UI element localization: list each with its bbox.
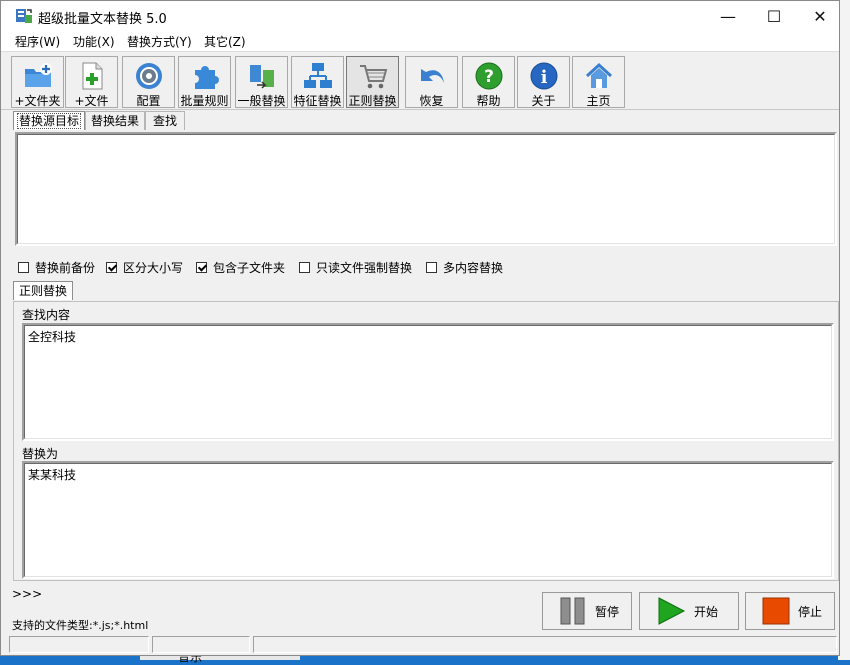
checkbox-label: 包含子文件夹 [213, 259, 285, 276]
checkbox-box [196, 262, 207, 273]
case-sensitive-checkbox[interactable]: 区分大小写 [106, 259, 183, 276]
replace-with-textarea[interactable]: 某某科技 [22, 461, 834, 579]
tab-regex-replace[interactable]: 正则替换 [13, 281, 73, 300]
homepage-button[interactable]: 主页 [572, 56, 625, 108]
toolbar-label: 恢复 [406, 92, 457, 109]
checkbox-box [106, 262, 117, 273]
app-icon [15, 7, 33, 25]
add-file-button[interactable]: +文件 [65, 56, 118, 108]
options-row: 替换前备份 区分大小写 包含子文件夹 只读文件强制替换 多内容替换 [1, 255, 839, 277]
swap-icon [247, 61, 277, 91]
play-icon [656, 597, 686, 625]
config-button[interactable]: 配置 [122, 56, 175, 108]
toolbar-label: +文件夹 [12, 92, 63, 109]
status-segment [9, 636, 149, 653]
toolbar-label: 正则替换 [347, 92, 398, 109]
toolbar: +文件夹 +文件 配置 批量规则 一般替换 特征替换 正则替换 恢复 ? 帮助 … [1, 52, 839, 110]
settings-gear-icon [134, 61, 164, 91]
find-content-textarea[interactable]: 全控科技 [22, 323, 834, 441]
toolbar-label: 配置 [123, 92, 174, 109]
home-icon [584, 61, 614, 91]
puzzle-icon [190, 61, 220, 91]
undo-arrow-icon [417, 61, 447, 91]
menu-program[interactable]: 程序(W) [15, 33, 60, 50]
batch-rules-button[interactable]: 批量规则 [178, 56, 231, 108]
svg-text:?: ? [484, 67, 494, 87]
force-readonly-checkbox[interactable]: 只读文件强制替换 [299, 259, 412, 276]
tab-replace-source[interactable]: 替换源目标 [13, 111, 85, 130]
source-target-list[interactable] [15, 132, 837, 246]
add-folder-button[interactable]: +文件夹 [11, 56, 64, 108]
toolbar-label: 特征替换 [292, 92, 343, 109]
checkbox-box [18, 262, 29, 273]
find-content-label: 查找内容 [22, 306, 70, 323]
toolbar-label: 主页 [573, 92, 624, 109]
tab-label: 替换结果 [91, 114, 139, 128]
checkbox-label: 替换前备份 [35, 259, 95, 276]
maximize-button[interactable]: ☐ [751, 1, 797, 31]
tab-replace-result[interactable]: 替换结果 [85, 111, 145, 130]
checkbox-box [299, 262, 310, 273]
network-icon [303, 61, 333, 91]
backup-before-replace-checkbox[interactable]: 替换前备份 [18, 259, 95, 276]
tab-find[interactable]: 查找 [145, 111, 185, 130]
svg-text:i: i [541, 67, 548, 88]
help-icon: ? [474, 61, 504, 91]
find-content-value: 全控科技 [28, 328, 76, 345]
toolbar-label: 批量规则 [179, 92, 230, 109]
checkbox-label: 区分大小写 [123, 259, 183, 276]
minimize-button[interactable]: — [705, 1, 751, 31]
stop-icon [762, 597, 790, 625]
mode-tab-strip: 正则替换 [13, 281, 839, 301]
multi-content-checkbox[interactable]: 多内容替换 [426, 259, 503, 276]
log-prompt: >>> [12, 587, 42, 601]
start-button[interactable]: 开始 [639, 592, 739, 630]
menu-bar: 程序(W) 功能(X) 替换方式(Y) 其它(Z) [1, 31, 839, 52]
toolbar-label: 帮助 [463, 92, 514, 109]
checkbox-label: 只读文件强制替换 [316, 259, 412, 276]
cart-icon [358, 61, 388, 91]
stop-label: 停止 [798, 603, 822, 620]
regex-replace-panel: 查找内容 全控科技 替换为 某某科技 [13, 301, 839, 581]
tab-label: 正则替换 [18, 284, 68, 298]
status-segment [152, 636, 250, 653]
feature-replace-button[interactable]: 特征替换 [291, 56, 344, 108]
menu-other[interactable]: 其它(Z) [204, 33, 246, 50]
restore-button[interactable]: 恢复 [405, 56, 458, 108]
replace-with-label: 替换为 [22, 445, 58, 462]
start-label: 开始 [694, 603, 718, 620]
supported-file-types: 支持的文件类型:*.js;*.html [12, 617, 148, 633]
pause-button[interactable]: 暂停 [542, 592, 632, 630]
general-replace-button[interactable]: 一般替换 [235, 56, 288, 108]
top-tab-strip: 替换源目标 替换结果 查找 [13, 111, 839, 131]
help-button[interactable]: ? 帮助 [462, 56, 515, 108]
close-button[interactable]: ✕ [797, 1, 843, 31]
tab-label: 查找 [153, 114, 177, 128]
toolbar-label: 一般替换 [236, 92, 287, 109]
pause-icon [559, 597, 587, 625]
toolbar-label: +文件 [66, 92, 117, 109]
status-segment [253, 636, 837, 653]
folder-add-icon [23, 61, 53, 91]
replace-with-value: 某某科技 [28, 466, 76, 483]
tab-label: 替换源目标 [17, 113, 81, 129]
file-add-icon [77, 61, 107, 91]
window-title: 超级批量文本替换 5.0 [38, 8, 167, 27]
app-window: 超级批量文本替换 5.0 — ☐ ✕ 程序(W) 功能(X) 替换方式(Y) 其… [0, 0, 840, 656]
regex-replace-button[interactable]: 正则替换 [346, 56, 399, 108]
checkbox-box [426, 262, 437, 273]
toolbar-label: 关于 [518, 92, 569, 109]
include-subfolders-checkbox[interactable]: 包含子文件夹 [196, 259, 285, 276]
about-button[interactable]: i 关于 [517, 56, 570, 108]
pause-label: 暂停 [595, 603, 619, 620]
status-bar [1, 635, 839, 655]
checkbox-label: 多内容替换 [443, 259, 503, 276]
menu-replace-mode[interactable]: 替换方式(Y) [127, 33, 192, 50]
stop-button[interactable]: 停止 [745, 592, 835, 630]
info-icon: i [529, 61, 559, 91]
menu-function[interactable]: 功能(X) [73, 33, 115, 50]
title-bar: 超级批量文本替换 5.0 — ☐ ✕ [1, 1, 839, 31]
